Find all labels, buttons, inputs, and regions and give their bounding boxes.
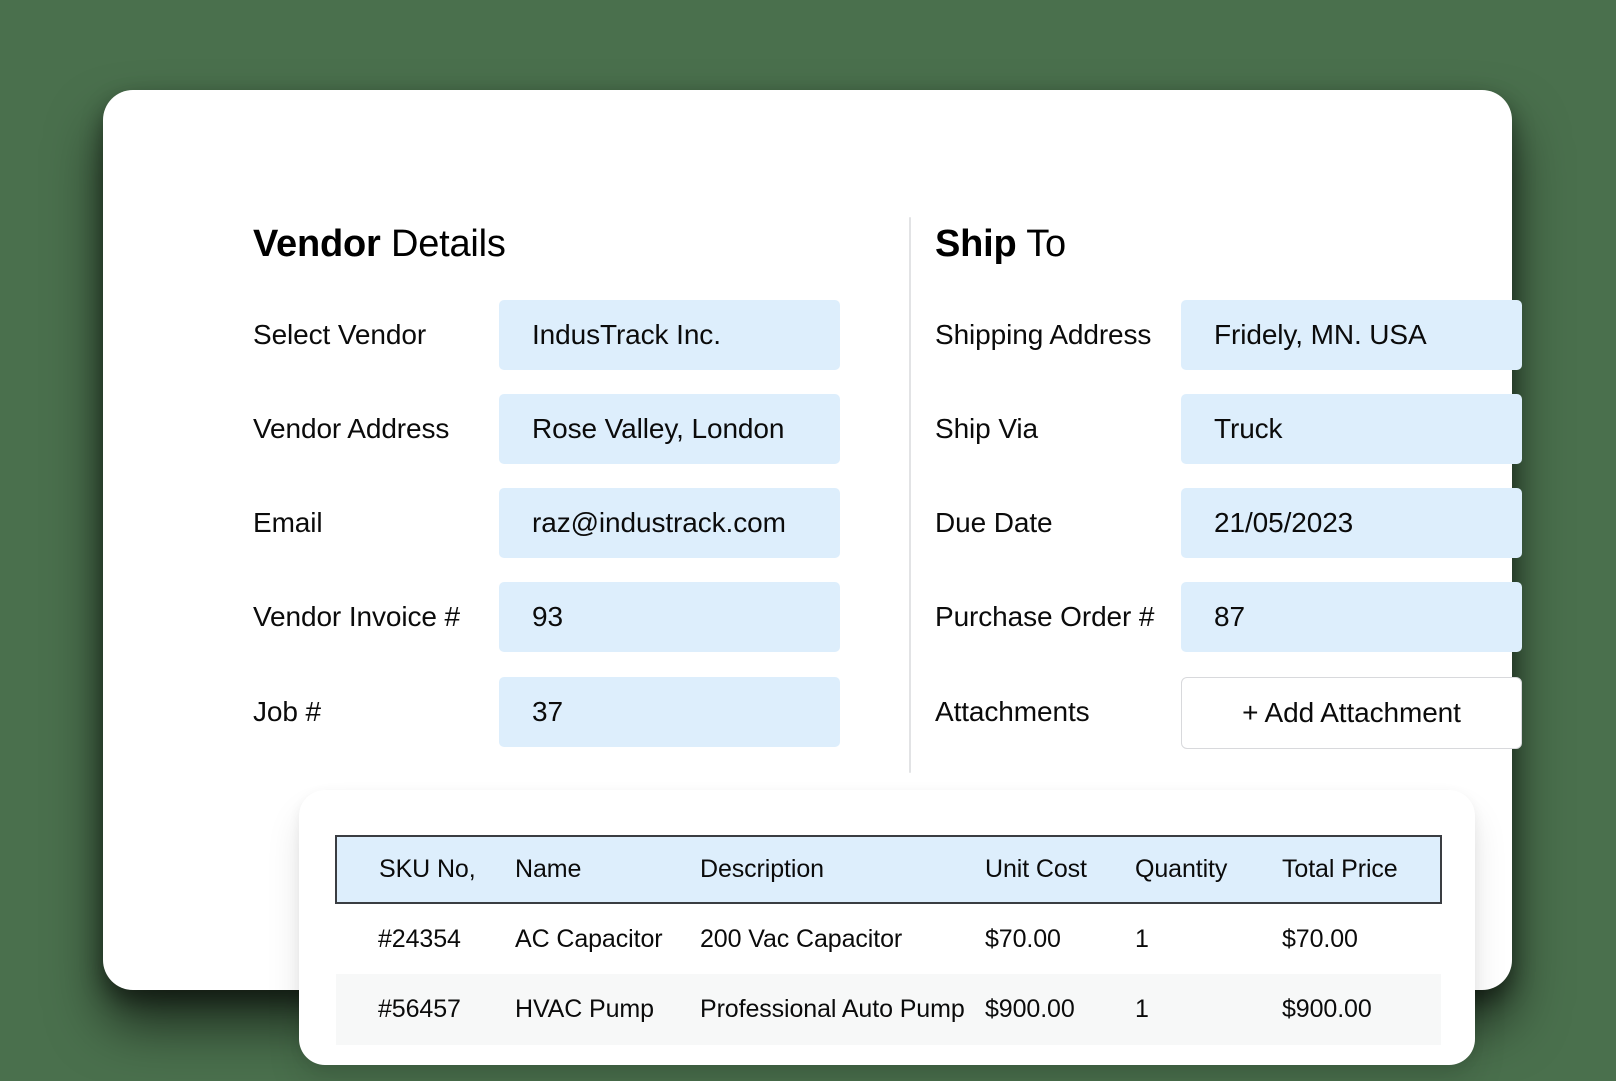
cell-total-price: $900.00 [1282,995,1372,1023]
table-head: SKU No, Name Description Unit Cost Quant… [335,835,1442,904]
input-job-number[interactable]: 37 [499,677,840,747]
cell-sku: #56457 [378,995,461,1023]
cell-description: 200 Vac Capacitor [700,924,903,953]
purchase-order-card: Vendor Details Select Vendor IndusTrack … [103,90,1522,1065]
label-vendor-invoice-number: Vendor Invoice # [253,601,460,632]
cell-quantity: 1 [1135,924,1149,953]
cell-description: Professional Auto Pump [700,995,965,1023]
ship-to-heading-light: To [1016,223,1066,265]
ship-to-heading: Ship To [935,223,1066,266]
column-header-description[interactable]: Description [699,835,984,904]
label-due-date: Due Date [935,507,1053,538]
line-items-table: SKU No, Name Description Unit Cost Quant… [335,835,1442,1045]
label-ship-via: Ship Via [935,413,1038,444]
column-divider [909,217,911,773]
cell-sku: #24354 [378,924,461,953]
input-purchase-order-number[interactable]: 87 [1181,582,1522,652]
input-ship-via[interactable]: Truck [1181,394,1522,464]
vendor-details-heading: Vendor Details [253,223,506,266]
table-header-row: SKU No, Name Description Unit Cost Quant… [335,835,1442,904]
input-email[interactable]: raz@industrack.com [499,488,840,558]
label-email: Email [253,507,323,538]
cell-total-price: $70.00 [1282,924,1358,953]
cell-quantity: 1 [1135,995,1149,1023]
label-purchase-order-number: Purchase Order # [935,601,1155,632]
column-header-quantity[interactable]: Quantity [1134,835,1281,904]
column-header-name[interactable]: Name [514,835,699,904]
label-shipping-address: Shipping Address [935,319,1152,350]
vendor-heading-light: Details [380,223,506,265]
table-row[interactable]: #56457 HVAC Pump Professional Auto Pump … [336,974,1441,1045]
input-vendor-invoice-number[interactable]: 93 [499,582,840,652]
cell-name: HVAC Pump [515,995,654,1023]
ship-to-heading-strong: Ship [935,223,1017,265]
cell-unit-cost: $70.00 [985,924,1061,953]
column-header-unit-cost[interactable]: Unit Cost [984,835,1134,904]
input-due-date[interactable]: 21/05/2023 [1181,488,1522,558]
label-attachments: Attachments [935,696,1090,727]
label-job-number: Job # [253,696,321,727]
input-select-vendor[interactable]: IndusTrack Inc. [499,300,840,370]
column-header-total-price[interactable]: Total Price [1281,835,1442,904]
input-vendor-address[interactable]: Rose Valley, London [499,394,840,464]
table-row[interactable]: #24354 AC Capacitor 200 Vac Capacitor $7… [336,903,1441,974]
vendor-heading-strong: Vendor [253,223,381,265]
add-attachment-button[interactable]: + Add Attachment [1181,677,1522,749]
input-shipping-address[interactable]: Fridely, MN. USA [1181,300,1522,370]
label-select-vendor: Select Vendor [253,319,427,350]
column-header-sku[interactable]: SKU No, [335,835,514,904]
cell-unit-cost: $900.00 [985,995,1075,1023]
cell-name: AC Capacitor [515,924,663,953]
label-vendor-address: Vendor Address [253,413,450,444]
table-body: #24354 AC Capacitor 200 Vac Capacitor $7… [336,903,1441,1045]
line-items-card: SKU No, Name Description Unit Cost Quant… [299,790,1475,1065]
